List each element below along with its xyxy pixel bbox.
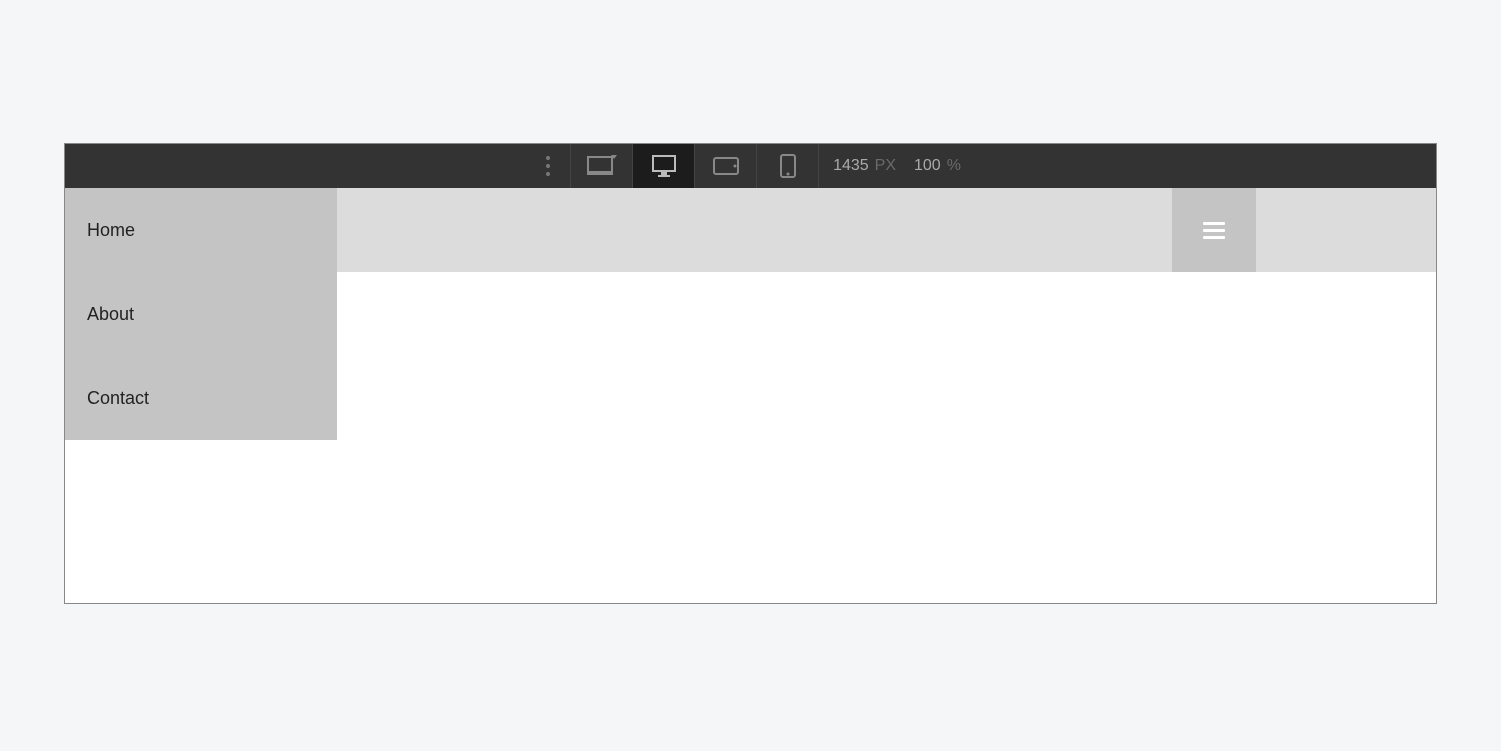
more-options-button[interactable] (526, 144, 570, 188)
device-mobile-button[interactable] (756, 144, 818, 188)
desktop-icon (652, 155, 676, 177)
preview-content: Home About Contact (65, 188, 1436, 603)
nav-item-label: About (87, 304, 134, 325)
device-desktop-button[interactable] (632, 144, 694, 188)
preview-frame: 1435 PX 100 % Home About Con (64, 143, 1437, 604)
viewport-width-value: 1435 (833, 157, 869, 175)
side-navigation: Home About Contact (65, 188, 337, 440)
toolbar-inner: 1435 PX 100 % (526, 144, 975, 188)
device-tablet-landscape-button[interactable] (694, 144, 756, 188)
nav-item-about[interactable]: About (65, 272, 337, 356)
vertical-dots-icon (546, 156, 550, 176)
nav-item-label: Home (87, 220, 135, 241)
device-large-desktop-button[interactable] (570, 144, 632, 188)
responsive-toolbar: 1435 PX 100 % (65, 144, 1436, 188)
viewport-width-unit: PX (875, 157, 896, 175)
hamburger-menu-button[interactable] (1172, 188, 1256, 272)
nav-item-label: Contact (87, 388, 149, 409)
zoom-value: 100 (914, 157, 941, 175)
nav-item-contact[interactable]: Contact (65, 356, 337, 440)
hamburger-icon (1203, 222, 1225, 239)
mobile-icon (780, 154, 796, 178)
viewport-info: 1435 PX 100 % (818, 144, 975, 188)
tablet-landscape-icon (713, 157, 739, 175)
nav-item-home[interactable]: Home (65, 188, 337, 272)
zoom-unit: % (947, 157, 961, 175)
large-desktop-icon (587, 155, 617, 177)
